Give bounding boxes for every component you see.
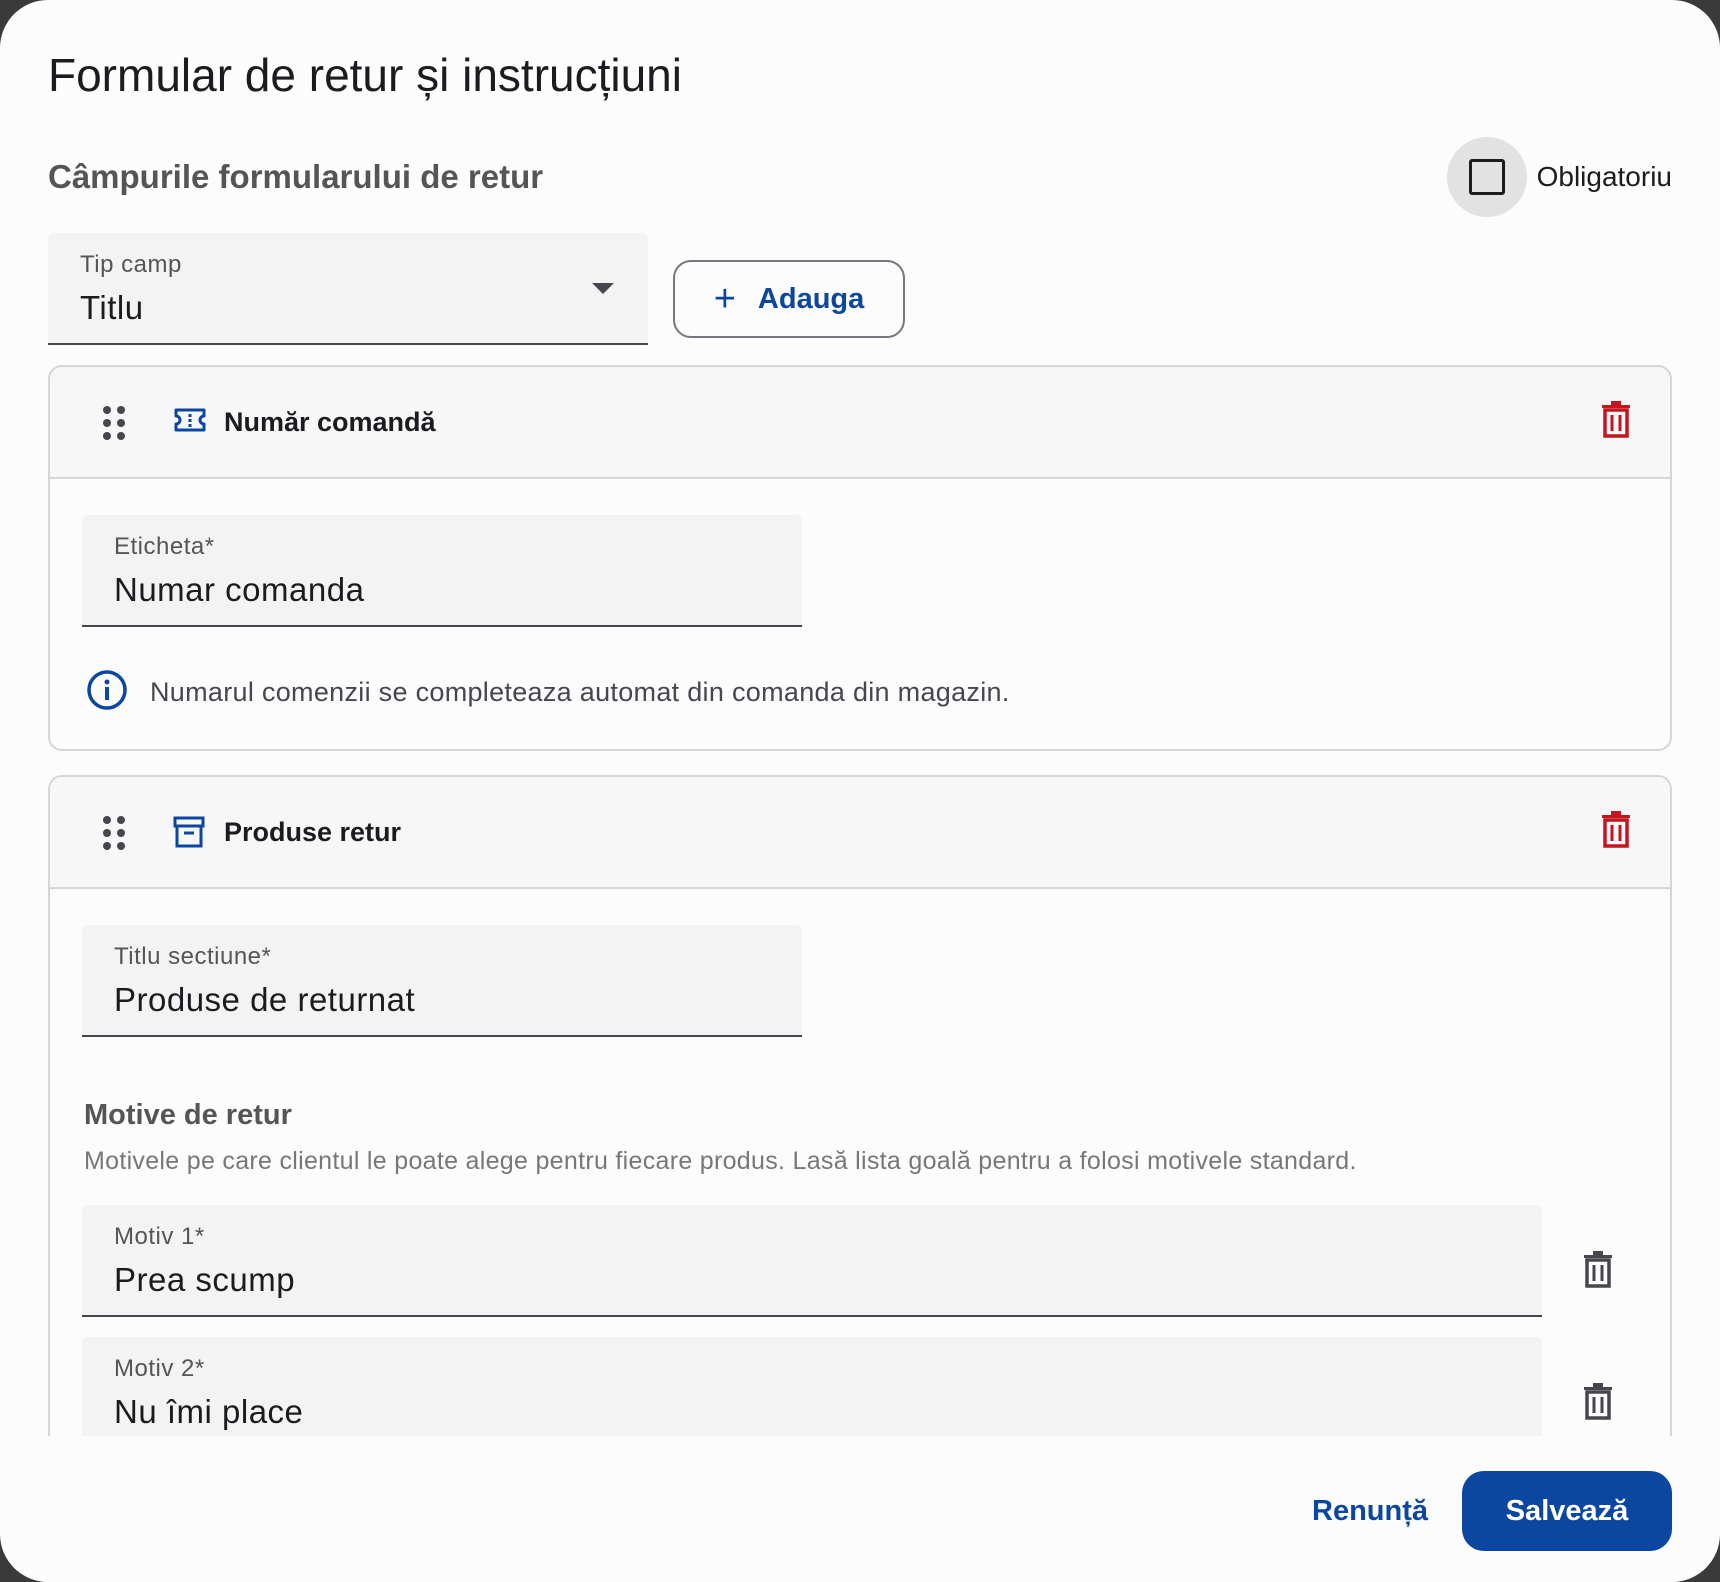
reasons-title: Motive de retur [84,1099,292,1131]
field-type-select[interactable]: Tip camp Titlu [48,233,648,345]
field-card-return-products: Produse retur Titlu sectiune* Produse de… [48,775,1672,1436]
section-title: Câmpurile formularului de retur [48,158,544,195]
label-input-value: Numar comanda [114,571,365,608]
cancel-button[interactable]: Renunță [1290,1471,1450,1551]
reason-input-value: Prea scump [114,1261,296,1298]
section-title-input-value: Produse de returnat [114,981,416,1018]
plus-icon: + [713,278,736,320]
info-icon [86,669,128,716]
reasons-description: Motivele pe care clientul le poate alege… [84,1147,1357,1175]
field-type-value: Titlu [80,289,144,326]
reason-input-label: Motiv 2* [114,1355,205,1382]
delete-reason-2-icon[interactable] [1582,1383,1614,1426]
save-button[interactable]: Salvează [1462,1471,1672,1551]
label-input-label: Eticheta* [114,533,215,560]
drag-handle-icon[interactable] [102,405,126,446]
dialog-scroll-area[interactable]: Formular de retur și instrucțiuni Câmpur… [0,0,1720,1436]
return-form-dialog: Formular de retur și instrucțiuni Câmpur… [0,0,1720,1582]
section-title-input[interactable]: Titlu sectiune* Produse de returnat [82,925,802,1037]
card-title: Produse retur [224,817,402,847]
delete-card-icon[interactable] [1600,811,1632,854]
dialog-title: Formular de retur și instrucțiuni [48,49,682,101]
reason-input-2[interactable]: Motiv 2* Nu îmi place [82,1337,1542,1436]
section-title-input-label: Titlu sectiune* [114,943,272,970]
drag-handle-icon[interactable] [102,815,126,856]
info-text: Numarul comenzii se completeaza automat … [150,677,1010,707]
field-type-label: Tip camp [80,251,182,278]
ticket-icon [173,405,207,440]
checkbox-box [1468,159,1505,195]
add-button-label: Adauga [757,282,865,315]
reason-input-1[interactable]: Motiv 1* Prea scump [82,1205,1542,1317]
required-label: Obligatoriu [1536,161,1672,192]
required-checkbox[interactable] [1446,137,1527,217]
reason-input-value: Nu îmi place [114,1393,304,1430]
field-card-order-number: Număr comandă Eticheta* Numar comanda Nu… [48,365,1672,751]
archive-icon [173,815,205,854]
label-input[interactable]: Eticheta* Numar comanda [82,515,802,627]
info-message: Numarul comenzii se completeaza automat … [86,669,1010,716]
required-checkbox-toggle[interactable]: Obligatoriu [1446,137,1672,217]
reason-input-label: Motiv 1* [114,1223,205,1250]
dropdown-arrow-icon [592,283,614,294]
card-header: Număr comandă [50,367,1670,479]
card-header: Produse retur [50,777,1670,889]
add-field-button[interactable]: + Adauga [673,260,905,338]
delete-reason-1-icon[interactable] [1582,1251,1614,1294]
card-title: Număr comandă [224,407,436,437]
delete-card-icon[interactable] [1600,401,1632,444]
